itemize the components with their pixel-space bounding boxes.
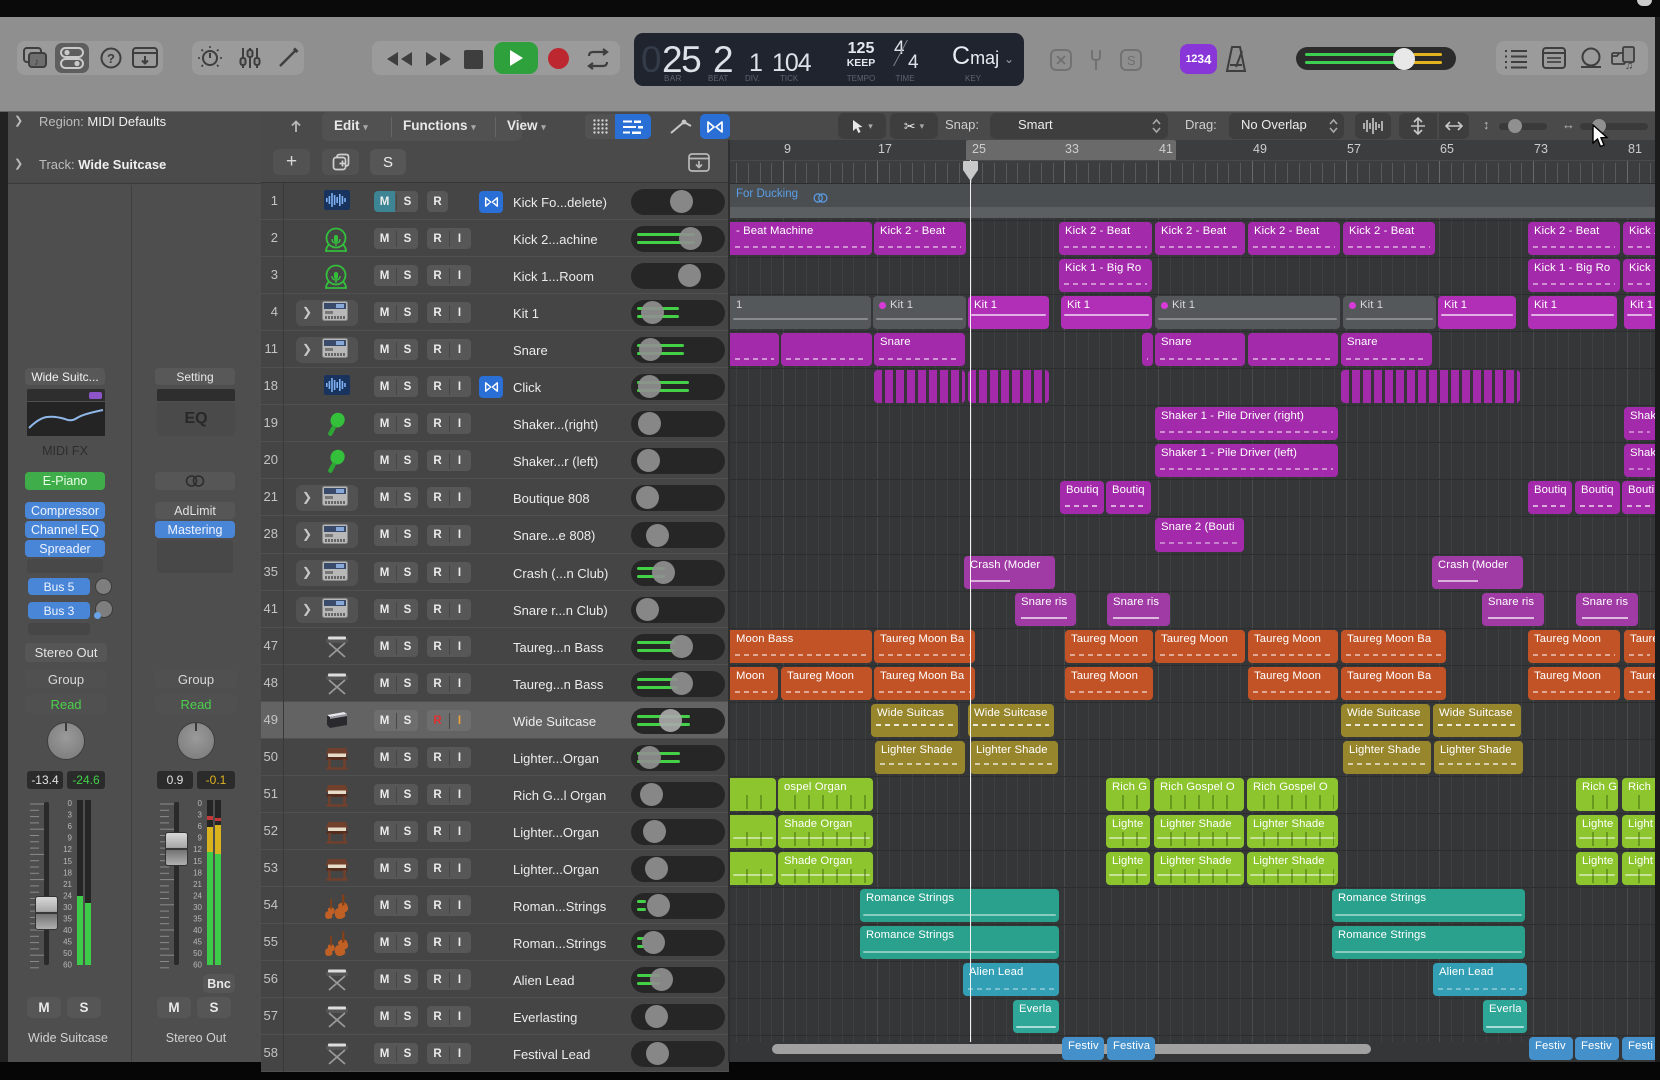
svg-text:6: 6 [198, 822, 203, 831]
svg-text:18: 18 [63, 868, 72, 877]
svg-text:6: 6 [68, 822, 73, 831]
svg-text:24: 24 [63, 891, 72, 900]
svg-text:S: S [1127, 53, 1136, 68]
svg-text:30: 30 [193, 903, 202, 912]
svg-text:0: 0 [198, 800, 203, 808]
svg-text:35: 35 [63, 915, 72, 924]
svg-text:50: 50 [193, 949, 202, 958]
svg-text:3: 3 [68, 811, 73, 820]
svg-text:45: 45 [63, 938, 72, 947]
svg-text:40: 40 [193, 926, 202, 935]
svg-text:12: 12 [63, 845, 72, 854]
svg-text:12: 12 [193, 845, 202, 854]
svg-text:60: 60 [193, 961, 202, 970]
svg-text:3: 3 [198, 811, 203, 820]
svg-text:60: 60 [63, 961, 72, 970]
svg-text:9: 9 [198, 834, 203, 843]
svg-text:♫: ♫ [1625, 60, 1633, 71]
svg-text:21: 21 [63, 880, 72, 889]
svg-text:30: 30 [63, 903, 72, 912]
svg-text:15: 15 [193, 857, 202, 866]
svg-text:15: 15 [63, 857, 72, 866]
svg-text:24: 24 [193, 891, 202, 900]
svg-text:50: 50 [63, 949, 72, 958]
svg-text:18: 18 [193, 868, 202, 877]
svg-text:0: 0 [68, 800, 73, 808]
svg-text:?: ? [107, 51, 115, 66]
svg-text:35: 35 [193, 915, 202, 924]
svg-text:9: 9 [68, 834, 73, 843]
svg-text:21: 21 [193, 880, 202, 889]
svg-text:♪: ♪ [34, 57, 39, 68]
svg-text:45: 45 [193, 938, 202, 947]
svg-text:40: 40 [63, 926, 72, 935]
